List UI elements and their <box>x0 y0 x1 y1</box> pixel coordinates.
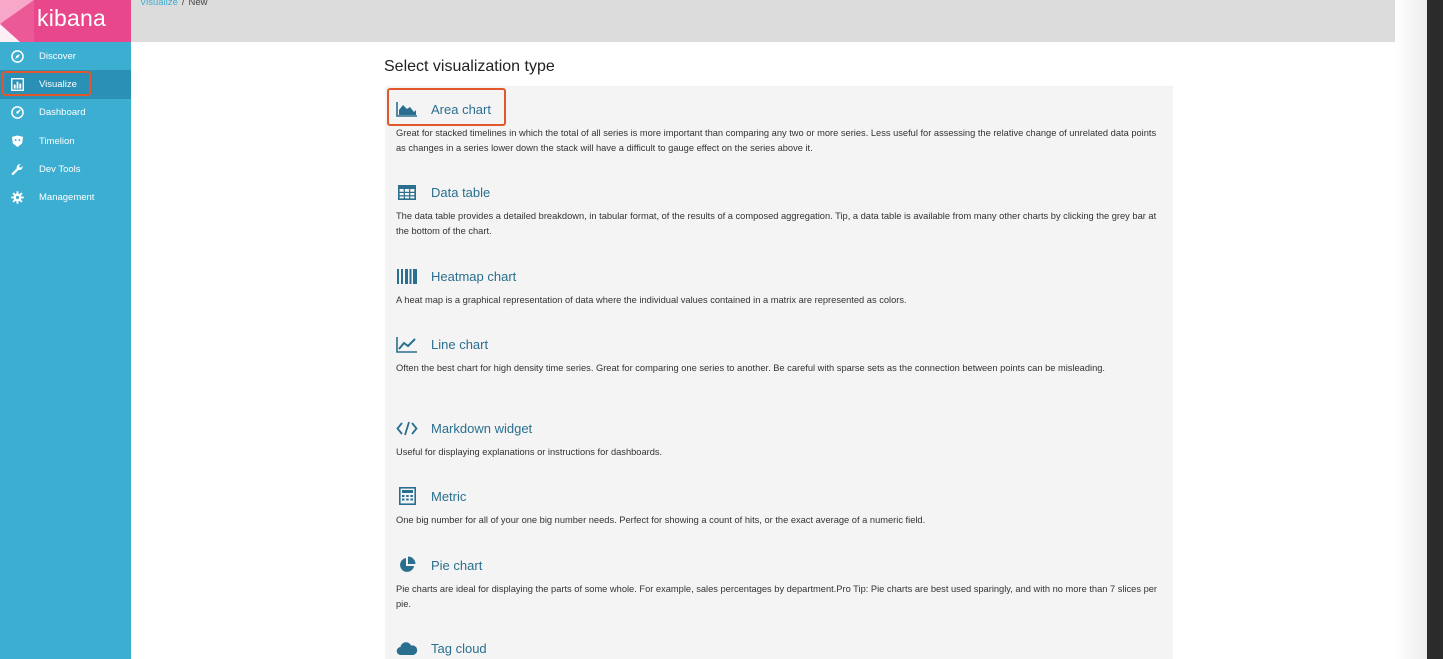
vis-type-description: One big number for all of your one big n… <box>396 515 926 525</box>
breadcrumb-current: New <box>188 0 208 8</box>
code-icon <box>396 419 418 437</box>
cloud-icon <box>396 639 418 657</box>
vis-type-description: Great for stacked timelines in which the… <box>396 128 1157 153</box>
vis-type-description: Useful for displaying explanations or in… <box>396 447 663 457</box>
sidebar-item-timelion[interactable]: Timelion <box>0 127 131 155</box>
breadcrumb-visualize-link[interactable]: Visualize <box>140 0 178 8</box>
sidebar-item-label: Dev Tools <box>39 163 81 175</box>
brand-name: kibana <box>37 5 106 31</box>
shield-icon <box>10 134 24 148</box>
breadcrumb-separator: / <box>181 0 185 8</box>
vis-type-description: The data table provides a detailed break… <box>396 211 1157 236</box>
vis-type-data-table[interactable]: Data table The data table provides a det… <box>396 181 1166 239</box>
wrench-icon <box>10 162 24 176</box>
heatmap-icon <box>396 267 418 285</box>
sidebar-item-label: Dashboard <box>39 107 86 119</box>
kibana-logo-mark-icon <box>0 0 34 42</box>
vis-type-tag-cloud[interactable]: Tag cloud <box>396 637 1166 659</box>
sidebar: kibana Discover Visualize Dashboard Time… <box>0 0 131 659</box>
breadcrumb: Visualize / New <box>140 0 208 8</box>
vis-type-area-chart[interactable]: Area chart Great for stacked timelines i… <box>396 98 1166 156</box>
vis-type-label[interactable]: Markdown widget <box>431 421 532 436</box>
vis-type-label[interactable]: Data table <box>431 185 490 200</box>
gauge-icon <box>10 106 24 120</box>
sidebar-item-discover[interactable]: Discover <box>0 42 131 70</box>
right-edge-shadow <box>1395 0 1427 659</box>
line-chart-icon <box>396 335 418 353</box>
vis-type-metric[interactable]: Metric One big number for all of your on… <box>396 485 1166 528</box>
vis-type-description: Pie charts are ideal for displaying the … <box>396 584 1158 609</box>
vis-type-description: Often the best chart for high density ti… <box>396 363 1106 373</box>
sidebar-item-label: Timelion <box>39 135 75 147</box>
area-chart-icon <box>396 100 418 118</box>
sidebar-item-visualize[interactable]: Visualize <box>0 70 131 99</box>
sidebar-nav: Discover Visualize Dashboard Timelion De… <box>0 42 131 212</box>
sidebar-item-management[interactable]: Management <box>0 183 131 211</box>
gear-icon <box>10 191 24 205</box>
page-title: Select visualization type <box>384 58 555 75</box>
calculator-icon <box>396 487 418 505</box>
sidebar-item-label: Discover <box>39 50 76 62</box>
sidebar-item-label: Management <box>39 192 95 204</box>
vis-type-heatmap-chart[interactable]: Heatmap chart A heat map is a graphical … <box>396 265 1166 308</box>
visualization-type-list: Area chart Great for stacked timelines i… <box>385 86 1173 659</box>
sidebar-item-dev-tools[interactable]: Dev Tools <box>0 155 131 183</box>
vis-type-label[interactable]: Metric <box>431 489 466 504</box>
kibana-logo[interactable]: kibana <box>0 0 131 42</box>
table-icon <box>396 183 418 201</box>
selection-highlight <box>2 71 91 97</box>
sidebar-item-dashboard[interactable]: Dashboard <box>0 99 131 127</box>
vis-type-label[interactable]: Line chart <box>431 337 488 352</box>
top-bar: Visualize / New <box>131 0 1427 42</box>
vis-type-line-chart[interactable]: Line chart Often the best chart for high… <box>396 333 1166 376</box>
window-edge <box>1427 0 1443 659</box>
compass-icon <box>10 49 24 63</box>
vis-type-markdown-widget[interactable]: Markdown widget Useful for displaying ex… <box>396 417 1166 460</box>
vis-type-label[interactable]: Heatmap chart <box>431 269 516 284</box>
vis-type-label[interactable]: Tag cloud <box>431 641 487 656</box>
vis-type-pie-chart[interactable]: Pie chart Pie charts are ideal for displ… <box>396 554 1166 612</box>
vis-type-description: A heat map is a graphical representation… <box>396 295 907 305</box>
vis-type-label[interactable]: Area chart <box>431 102 491 117</box>
vis-type-label[interactable]: Pie chart <box>431 558 482 573</box>
pie-chart-icon <box>396 556 418 574</box>
